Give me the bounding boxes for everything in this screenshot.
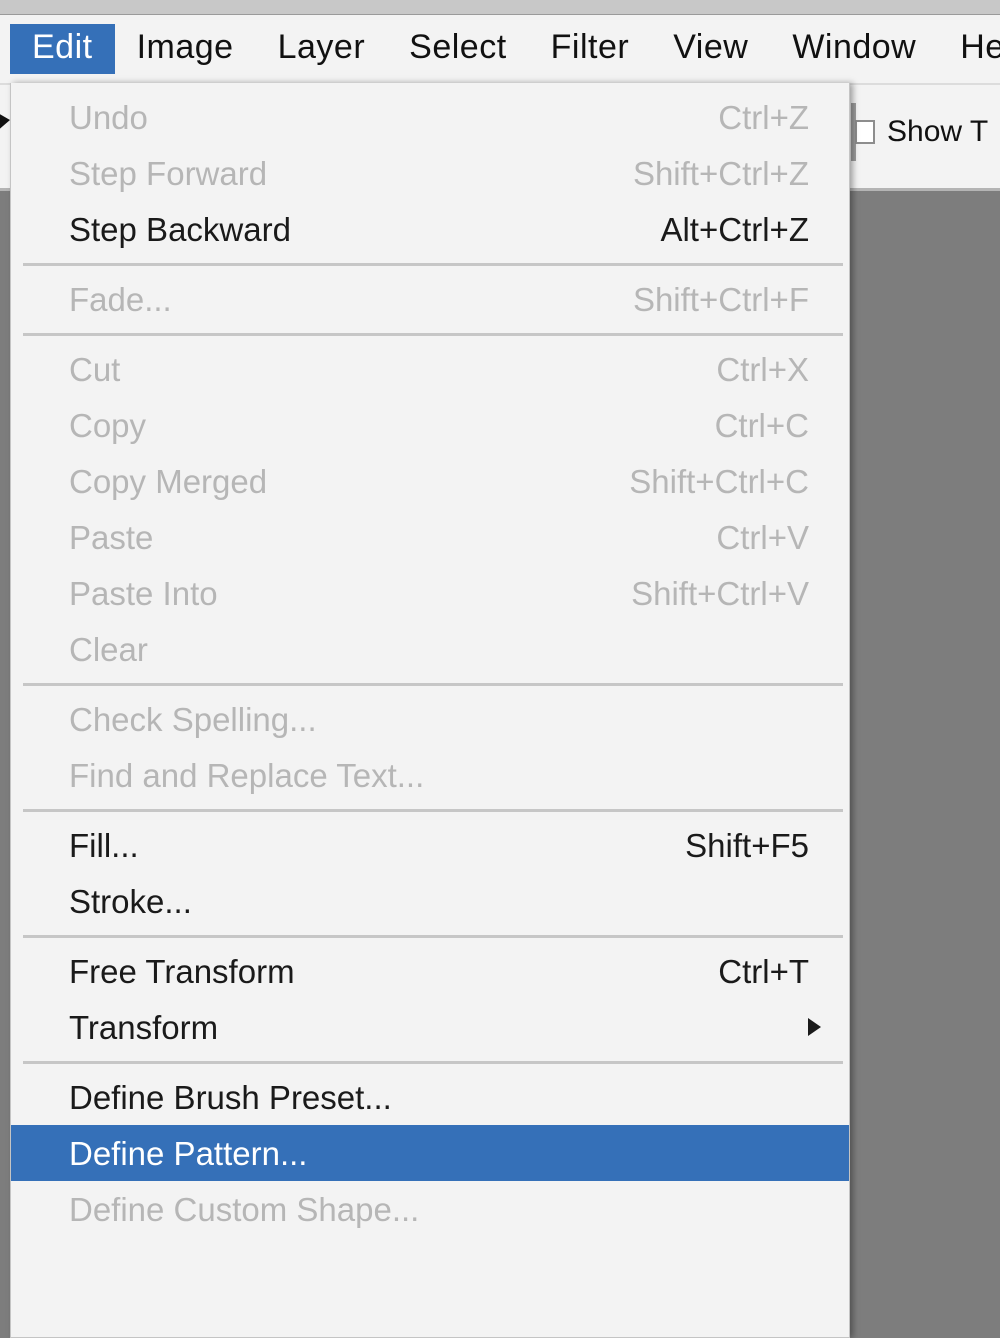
menubar-item-label: Layer [277,28,366,66]
edit-menu-list: Undo Ctrl+Z Step Forward Shift+Ctrl+Z Step B… [11,83,849,1237]
menu-item-shortcut: Ctrl+T [718,952,809,990]
menu-item-step-forward: Step Forward Shift+Ctrl+Z [11,145,849,201]
title-strip [0,0,1000,15]
menubar-item-help[interactable]: Help [938,24,1000,74]
menu-item-step-backward[interactable]: Step Backward Alt+Ctrl+Z [11,201,849,257]
menu-item-shortcut: Ctrl+C [714,406,809,444]
menu-separator [11,677,849,691]
menu-item-undo: Undo Ctrl+Z [11,89,849,145]
menubar-item-label: Select [409,28,507,66]
menu-item-free-transform[interactable]: Free Transform Ctrl+T [11,943,849,999]
menu-separator [11,803,849,817]
menu-item-fill[interactable]: Fill... Shift+F5 [11,817,849,873]
show-transform-controls-checkbox[interactable] [855,120,875,144]
menu-item-label: Free Transform [69,952,295,990]
menubar-item-label: Edit [32,28,93,66]
menu-item-label: Copy [69,406,147,444]
menu-item-find-and-replace-text: Find and Replace Text... [11,747,849,803]
menu-item-transform[interactable]: Transform [11,999,849,1055]
menu-item-label: Stroke... [69,882,192,920]
menubar-item-window[interactable]: Window [770,24,938,74]
menu-item-label: Find and Replace Text... [69,756,425,794]
menu-item-copy: Copy Ctrl+C [11,397,849,453]
menu-item-define-brush-preset[interactable]: Define Brush Preset... [11,1069,849,1125]
menu-item-label: Paste [69,518,154,556]
menu-item-label: Clear [69,630,148,668]
menu-item-cut: Cut Ctrl+X [11,341,849,397]
menu-item-shortcut: Ctrl+Z [718,98,809,136]
submenu-arrow-icon [808,1018,821,1036]
menu-separator [11,929,849,943]
move-tool-cursor-icon [0,112,10,132]
menu-item-label: Fade... [69,280,172,318]
menu-item-fade: Fade... Shift+Ctrl+F [11,271,849,327]
menubar-item-label: Image [136,28,234,66]
menubar-item-image[interactable]: Image [115,24,256,74]
show-transform-controls-group: Show T [855,117,988,147]
menu-item-stroke[interactable]: Stroke... [11,873,849,929]
menu-item-define-pattern[interactable]: Define Pattern... [11,1125,849,1181]
show-transform-controls-label: Show T [887,115,989,148]
menubar-item-view[interactable]: View [651,24,770,74]
application-root: Edit Image Layer Select Filter View Wind… [0,0,1000,1338]
menu-item-copy-merged: Copy Merged Shift+Ctrl+C [11,453,849,509]
menubar-item-label: Window [792,28,917,66]
menu-item-label: Transform [69,1008,219,1046]
menu-item-clear: Clear [11,621,849,677]
menu-bar: Edit Image Layer Select Filter View Wind… [0,15,1000,83]
menu-item-label: Check Spelling... [69,700,317,738]
menu-item-label: Cut [69,350,121,388]
edit-dropdown-menu: Undo Ctrl+Z Step Forward Shift+Ctrl+Z Step B… [10,83,850,1338]
menu-item-shortcut: Shift+Ctrl+Z [632,154,809,192]
menu-separator [11,327,849,341]
menu-item-label: Step Forward [69,154,268,192]
menu-separator [11,257,849,271]
menu-item-shortcut: Alt+Ctrl+Z [660,210,809,248]
menubar-item-layer[interactable]: Layer [256,24,388,74]
menu-item-shortcut: Ctrl+X [716,350,809,388]
menu-item-label: Define Pattern... [69,1134,308,1172]
menu-item-shortcut: Shift+Ctrl+F [632,280,809,318]
menu-item-define-custom-shape: Define Custom Shape... [11,1181,849,1237]
menu-item-shortcut: Shift+F5 [685,826,809,864]
menubar-item-filter[interactable]: Filter [529,24,652,74]
menu-item-paste: Paste Ctrl+V [11,509,849,565]
menu-item-shortcut: Shift+Ctrl+C [629,462,809,500]
menu-item-check-spelling: Check Spelling... [11,691,849,747]
menubar-item-label: Help [960,28,1000,66]
menu-item-shortcut: Shift+Ctrl+V [631,574,809,612]
menu-separator [11,1055,849,1069]
menubar-item-edit[interactable]: Edit [10,24,115,74]
menu-item-label: Define Custom Shape... [69,1190,420,1228]
menu-item-label: Fill... [69,826,139,864]
menu-item-label: Define Brush Preset... [69,1078,392,1116]
menu-item-label: Copy Merged [69,462,268,500]
menubar-item-label: Filter [550,28,630,66]
menu-item-label: Undo [69,98,148,136]
menu-item-shortcut: Ctrl+V [716,518,809,556]
menu-item-paste-into: Paste Into Shift+Ctrl+V [11,565,849,621]
menubar-item-label: View [673,28,749,66]
menu-item-label: Step Backward [69,210,291,248]
menu-item-label: Paste Into [69,574,218,612]
menubar-item-select[interactable]: Select [387,24,529,74]
